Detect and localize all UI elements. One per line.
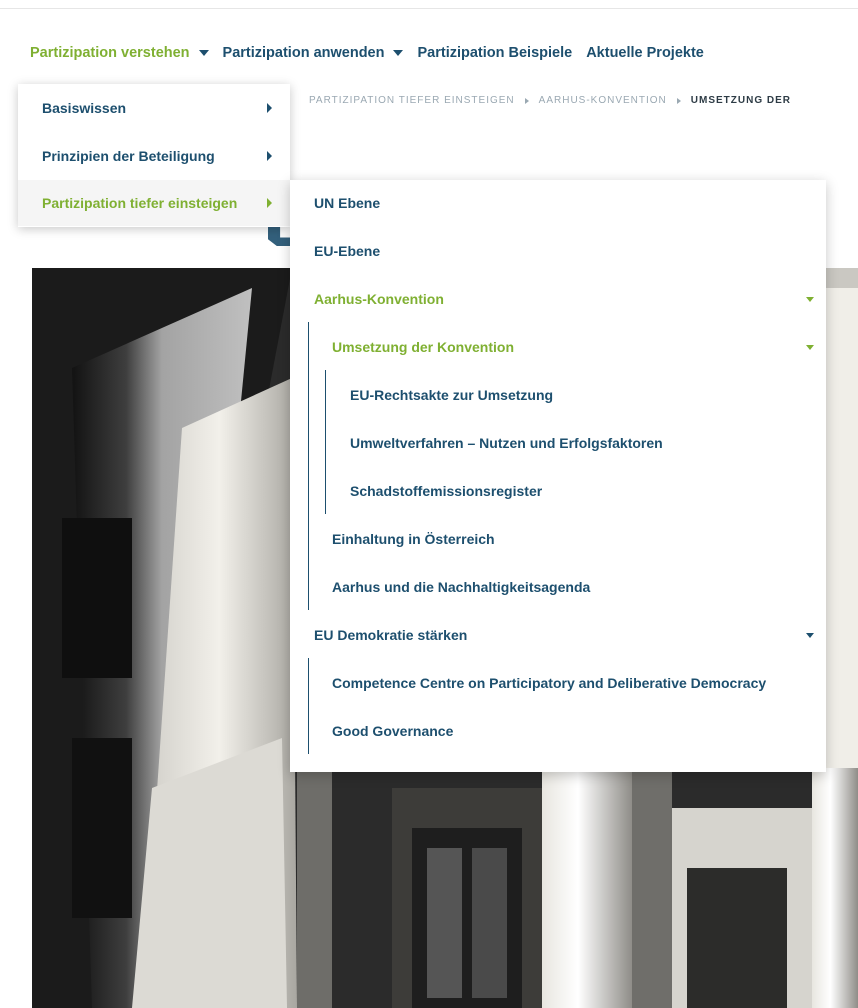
submenu-item-eu-rechtsakte[interactable]: EU-Rechtsakte zur Umsetzung [350, 383, 553, 407]
submenu-item-label: Aarhus-Konvention [314, 291, 444, 307]
chevron-right-icon [267, 198, 272, 208]
submenu-level-1: Basiswissen Prinzipien der Beteiligung P… [18, 84, 290, 227]
breadcrumb-item[interactable]: PARTIZIPATION TIEFER EINSTEIGEN [309, 95, 515, 106]
header-divider [0, 8, 858, 9]
submenu-item-label: EU-Ebene [314, 243, 381, 259]
submenu-item-umsetzung[interactable]: Umsetzung der Konvention [332, 335, 824, 359]
nav-label: Aktuelle Projekte [586, 45, 704, 61]
submenu-item-label: Prinzipien der Beteiligung [42, 148, 215, 164]
submenu-item-label: Schadstoffemissionsregister [350, 483, 543, 499]
breadcrumb-item[interactable]: AARHUS-KONVENTION [539, 95, 667, 106]
nav-partizipation-beispiele[interactable]: Partizipation Beispiele [417, 45, 572, 61]
breadcrumb-current: UMSETZUNG DER [690, 95, 792, 106]
submenu-item-nachhaltigkeitsagenda[interactable]: Aarhus und die Nachhaltigkeitsagenda [332, 575, 590, 599]
chevron-down-icon [198, 50, 209, 56]
submenu-level-2: UN Ebene EU-Ebene Aarhus-Konvention Umse… [290, 180, 826, 772]
tree-line [308, 658, 309, 754]
submenu-item-label: EU-Rechtsakte zur Umsetzung [350, 387, 554, 403]
submenu-item-umweltverfahren[interactable]: Umweltverfahren – Nutzen und Erfolgsfakt… [350, 431, 663, 455]
submenu-item-un-ebene[interactable]: UN Ebene [314, 191, 380, 215]
nav-label: Partizipation verstehen [30, 45, 190, 61]
chevron-right-icon [524, 97, 529, 104]
submenu-item-prinzipien[interactable]: Prinzipien der Beteiligung [18, 133, 290, 179]
submenu-item-label: Competence Centre on Participatory and D… [332, 675, 767, 691]
nav-aktuelle-projekte[interactable]: Aktuelle Projekte [586, 45, 704, 61]
nav-partizipation-anwenden[interactable]: Partizipation anwenden [223, 45, 404, 61]
nav-label: Partizipation Beispiele [417, 45, 573, 61]
submenu-item-einhaltung[interactable]: Einhaltung in Österreich [332, 527, 495, 551]
submenu-item-label: Aarhus und die Nachhaltigkeitsagenda [332, 579, 591, 595]
nav-partizipation-verstehen[interactable]: Partizipation verstehen [30, 45, 209, 61]
submenu-item-label: Basiswissen [42, 100, 127, 116]
submenu-item-eu-demokratie[interactable]: EU Demokratie stärken [314, 623, 824, 647]
submenu-item-label: Partizipation tiefer einsteigen [42, 195, 238, 211]
submenu-item-label: UN Ebene [314, 195, 381, 211]
chevron-right-icon [267, 103, 272, 113]
submenu-item-eu-ebene[interactable]: EU-Ebene [314, 239, 380, 263]
tree-line [308, 322, 309, 610]
chevron-down-icon [393, 50, 404, 56]
submenu-item-label: EU Demokratie stärken [314, 627, 468, 643]
main-navigation: Partizipation verstehen Partizipation an… [30, 41, 718, 65]
submenu-item-label: Good Governance [332, 723, 454, 739]
chevron-down-icon[interactable] [806, 297, 814, 302]
breadcrumb: PARTIZIPATION TIEFER EINSTEIGEN AARHUS-K… [309, 95, 791, 106]
chevron-down-icon[interactable] [806, 633, 814, 638]
submenu-item-label: Einhaltung in Österreich [332, 531, 495, 547]
submenu-item-aarhus-konvention[interactable]: Aarhus-Konvention [314, 287, 824, 311]
chevron-right-icon [676, 97, 681, 104]
nav-label: Partizipation anwenden [222, 45, 385, 61]
submenu-item-label: Umsetzung der Konvention [332, 339, 515, 355]
submenu-item-good-governance[interactable]: Good Governance [332, 719, 453, 743]
submenu-item-schadstoffemissionsregister[interactable]: Schadstoffemissionsregister [350, 479, 542, 503]
submenu-item-competence-centre[interactable]: Competence Centre on Participatory and D… [332, 671, 766, 695]
submenu-item-basiswissen[interactable]: Basiswissen [18, 85, 290, 131]
submenu-item-tiefer-einsteigen[interactable]: Partizipation tiefer einsteigen [18, 180, 290, 226]
chevron-right-icon [267, 151, 272, 161]
submenu-item-label: Umweltverfahren – Nutzen und Erfolgsfakt… [350, 435, 663, 451]
tree-line [325, 370, 326, 514]
chevron-down-icon[interactable] [806, 345, 814, 350]
